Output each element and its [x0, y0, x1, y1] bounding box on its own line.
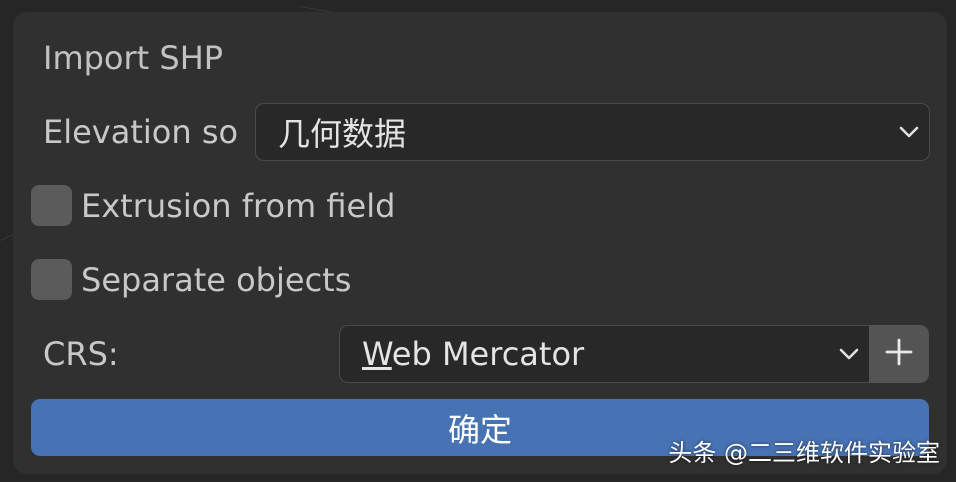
import-shp-dialog: Import SHP Elevation so 几何数据 Extrusion f… [13, 12, 947, 474]
crs-dropdown[interactable]: Web Mercator [339, 325, 870, 383]
crs-value: Web Mercator [362, 335, 585, 373]
elevation-dropdown[interactable]: 几何数据 [255, 103, 930, 161]
chevron-down-icon [889, 126, 929, 138]
separate-objects-checkbox-row[interactable]: Separate objects [31, 259, 351, 300]
extrusion-checkbox-row[interactable]: Extrusion from field [31, 185, 395, 226]
dialog-title: Import SHP [43, 39, 224, 77]
chevron-down-icon [829, 348, 869, 360]
background-line [0, 234, 14, 241]
extrusion-label: Extrusion from field [81, 186, 396, 225]
plus-icon [885, 338, 913, 370]
add-crs-button[interactable] [869, 325, 929, 383]
separate-objects-label: Separate objects [81, 260, 352, 299]
separate-objects-checkbox[interactable] [31, 259, 72, 300]
crs-label: CRS: [43, 335, 119, 373]
extrusion-checkbox[interactable] [31, 185, 72, 226]
elevation-label: Elevation so [43, 113, 239, 151]
watermark-text: 头条 @二三维软件实验室 [668, 439, 940, 467]
elevation-value: 几何数据 [278, 115, 407, 153]
